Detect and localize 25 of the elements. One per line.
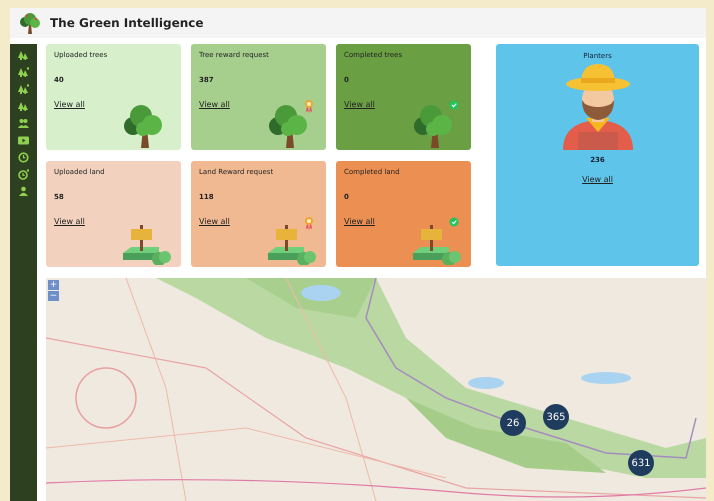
view-all-link[interactable]: View all [344, 100, 375, 109]
clock-icon[interactable] [18, 169, 29, 180]
signpost-icon [268, 225, 316, 265]
view-all-link[interactable]: View all [199, 100, 230, 109]
trees-icon[interactable] [18, 84, 29, 95]
map[interactable]: + − 26 365 631 [46, 278, 706, 501]
app-title: The Green Intelligence [50, 16, 204, 30]
clock-icon[interactable] [18, 152, 29, 163]
view-all-link[interactable]: View all [344, 217, 375, 226]
trees-icon[interactable] [18, 101, 29, 112]
signpost-icon [123, 225, 171, 265]
trees-icon[interactable] [18, 67, 29, 78]
trees-icon[interactable] [18, 50, 29, 61]
view-all-link[interactable]: View all [54, 100, 85, 109]
person-icon[interactable] [18, 186, 29, 197]
tree-icon [124, 105, 162, 148]
tree-logo-icon [18, 12, 42, 34]
view-all-link[interactable]: View all [54, 217, 85, 226]
play-icon[interactable] [18, 135, 29, 146]
view-all-link[interactable]: View all [582, 175, 613, 184]
view-all-link[interactable]: View all [199, 217, 230, 226]
tree-icon [269, 105, 307, 148]
tree-icon [414, 105, 452, 148]
signpost-icon [413, 225, 461, 265]
people-icon[interactable] [18, 118, 29, 129]
